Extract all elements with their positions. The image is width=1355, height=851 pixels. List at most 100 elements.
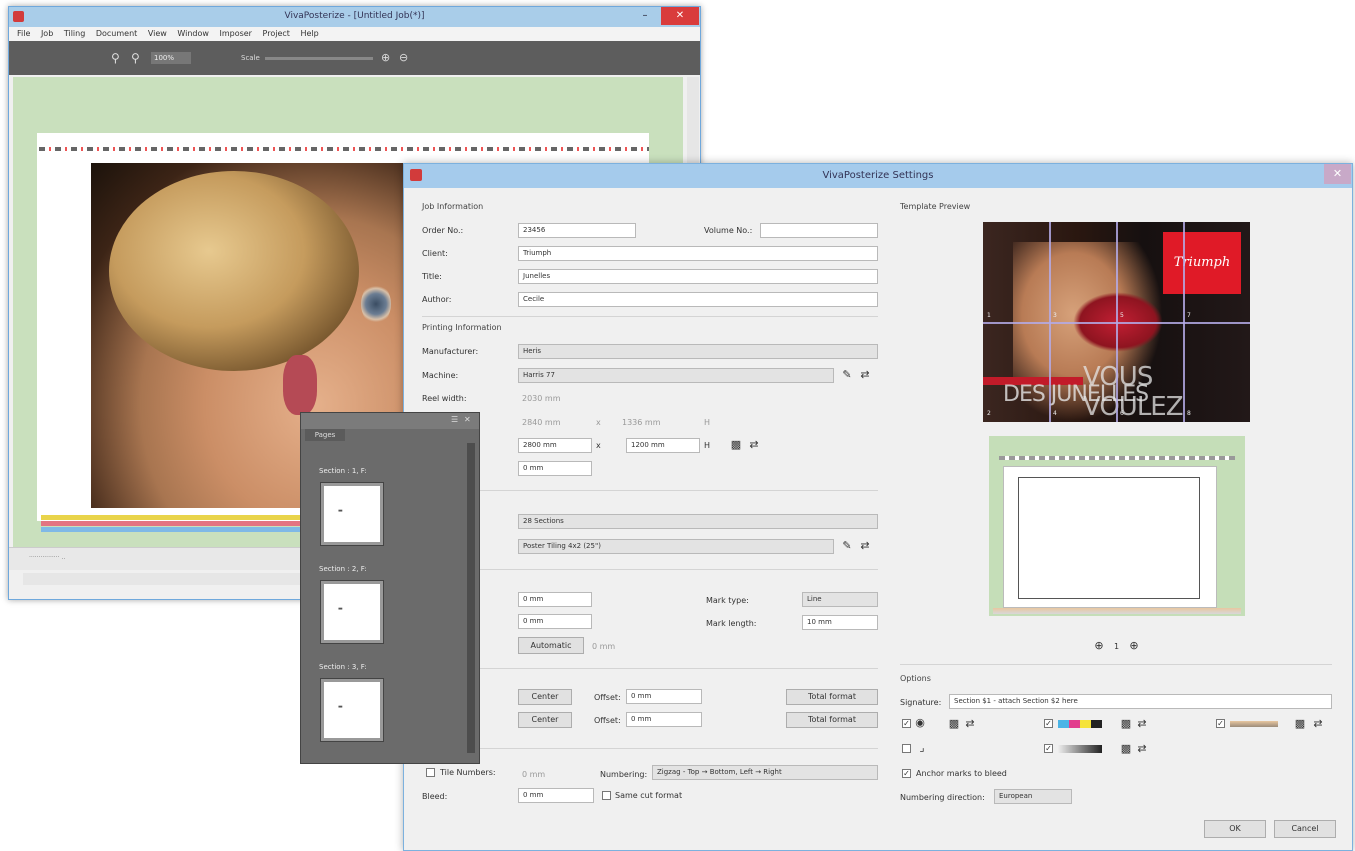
manufacturer-label: Manufacturer: <box>422 347 479 356</box>
zoom-out-icon[interactable]: ⚲ <box>131 51 140 65</box>
next-tile-icon[interactable]: ⊕ <box>1128 640 1140 652</box>
menu-job[interactable]: Job <box>41 27 53 41</box>
margin2-input[interactable]: 0 mm <box>518 614 592 629</box>
preview-slogan-2: DES JUNELLES <box>1003 382 1149 407</box>
numbering-select[interactable]: Zigzag - Top → Bottom, Left → Right <box>652 765 878 780</box>
panel-menu-icon[interactable]: ☰ <box>451 415 458 424</box>
divider <box>900 664 1332 665</box>
author-label: Author: <box>422 295 452 304</box>
mark-length-input[interactable]: 10 mm <box>802 615 878 630</box>
automatic-button[interactable]: Automatic <box>518 637 584 654</box>
manufacturer-select[interactable]: Heris <box>518 344 878 359</box>
template-select[interactable]: Poster Tiling 4x2 (25") <box>518 539 834 554</box>
save-icon[interactable]: ▩ <box>1294 718 1306 730</box>
gray-bar-checkbox[interactable]: ✓ <box>1044 744 1053 753</box>
pages-scrollbar[interactable] <box>467 443 475 753</box>
save-icon[interactable]: ▩ <box>730 439 742 451</box>
menu-project[interactable]: Project <box>263 27 290 41</box>
order-input[interactable]: 23456 <box>518 223 636 238</box>
refresh-icon[interactable]: ⇄ <box>1312 718 1324 730</box>
settings-dialog: VivaPosterize Settings ✕ Job Information… <box>403 163 1353 851</box>
size2-h-letter: H <box>704 441 711 450</box>
reel-width-value: 2030 mm <box>522 394 561 403</box>
corner-mark-checkbox[interactable] <box>902 744 911 753</box>
bleed-label: Bleed: <box>422 792 448 801</box>
numbering-direction-select[interactable]: European <box>994 789 1072 804</box>
menu-view[interactable]: View <box>148 27 167 41</box>
template-preview-group: Template Preview <box>900 202 971 211</box>
offset-input[interactable]: 0 mm <box>518 461 592 476</box>
refresh-icon[interactable]: ⇄ <box>748 439 760 451</box>
strip-checkbox[interactable]: ✓ <box>1216 719 1225 728</box>
edit-pencil-icon[interactable]: ✎ <box>841 540 853 552</box>
zoom-plus-icon[interactable]: ⊕ <box>381 51 390 64</box>
menu-window[interactable]: Window <box>177 27 209 41</box>
close-icon[interactable]: ✕ <box>661 7 699 25</box>
machine-select[interactable]: Harris 77 <box>518 368 834 383</box>
page-thumbnail[interactable]: ▬ <box>321 581 383 643</box>
tile-number: 3 <box>1053 312 1057 319</box>
volume-label: Volume No.: <box>704 226 753 235</box>
zoom-select[interactable]: 100% <box>151 52 191 64</box>
pages-tab[interactable]: Pages <box>305 429 345 441</box>
registration-checkbox[interactable]: ✓ <box>902 719 911 728</box>
signature-input[interactable]: Section $1 - attach Section $2 here <box>949 694 1332 709</box>
menu-file[interactable]: File <box>17 27 30 41</box>
prev-tile-icon[interactable]: ⊕ <box>1093 640 1105 652</box>
color-bar-checkbox[interactable]: ✓ <box>1044 719 1053 728</box>
width-input[interactable]: 2800 mm <box>518 438 592 453</box>
total-format-select-2[interactable]: Total format <box>786 712 878 728</box>
refresh-icon[interactable]: ⇄ <box>1136 718 1148 730</box>
same-cut-checkbox[interactable] <box>602 791 611 800</box>
close-icon[interactable]: ✕ <box>1324 164 1351 184</box>
menu-help[interactable]: Help <box>300 27 318 41</box>
scale-slider[interactable] <box>265 57 373 60</box>
refresh-icon[interactable]: ⇄ <box>859 369 871 381</box>
close-icon[interactable]: ✕ <box>464 415 471 424</box>
divider <box>422 490 878 491</box>
refresh-icon[interactable]: ⇄ <box>859 540 871 552</box>
cmyk-bar-icon <box>1058 720 1102 728</box>
edit-pencil-icon[interactable]: ✎ <box>841 369 853 381</box>
author-input[interactable]: Cecile <box>518 292 878 307</box>
offset2-input[interactable]: 0 mm <box>626 712 702 727</box>
tile-numbers-checkbox[interactable] <box>426 768 435 777</box>
tile-number: 7 <box>1187 312 1191 319</box>
total-format-select-1[interactable]: Total format <box>786 689 878 705</box>
tile-grid-line <box>983 322 1250 324</box>
menu-tiling[interactable]: Tiling <box>64 27 85 41</box>
menu-imposer[interactable]: Imposer <box>219 27 252 41</box>
menu-document[interactable]: Document <box>96 27 137 41</box>
refresh-icon[interactable]: ⇄ <box>1136 743 1148 755</box>
h-align-select[interactable]: Center <box>518 689 572 705</box>
sections-select[interactable]: 28 Sections <box>518 514 878 529</box>
volume-input[interactable] <box>760 223 878 238</box>
ok-button[interactable]: OK <box>1204 820 1266 838</box>
save-icon[interactable]: ▩ <box>1120 743 1132 755</box>
page-thumbnail[interactable]: ▬ <box>321 483 383 545</box>
anchor-marks-checkbox[interactable]: ✓ <box>902 769 911 778</box>
strip-icon <box>1230 721 1278 727</box>
zoom-in-icon[interactable]: ⚲ <box>111 51 120 65</box>
zoom-minus-icon[interactable]: ⊖ <box>399 51 408 64</box>
corner-mark-icon: ⌟ <box>919 741 925 754</box>
client-input[interactable]: Triumph <box>518 246 878 261</box>
cancel-button[interactable]: Cancel <box>1274 820 1336 838</box>
page-thumbnail[interactable]: ▬ <box>321 679 383 741</box>
margin1-input[interactable]: 0 mm <box>518 592 592 607</box>
blue-stripe <box>41 527 341 532</box>
height-input[interactable]: 1200 mm <box>626 438 700 453</box>
anchor-marks-label: Anchor marks to bleed <box>916 769 1007 778</box>
bleed-input[interactable]: 0 mm <box>518 788 594 803</box>
tile-number: 2 <box>987 410 991 417</box>
offset1-input[interactable]: 0 mm <box>626 689 702 704</box>
mark-type-select[interactable]: Line <box>802 592 878 607</box>
save-icon[interactable]: ▩ <box>1120 718 1132 730</box>
refresh-icon[interactable]: ⇄ <box>964 718 976 730</box>
save-icon[interactable]: ▩ <box>948 718 960 730</box>
client-label: Client: <box>422 249 448 258</box>
preview-bottom-strip <box>993 608 1241 614</box>
v-align-select[interactable]: Center <box>518 712 572 728</box>
tile-preview <box>989 436 1245 616</box>
title-input[interactable]: Junelles <box>518 269 878 284</box>
